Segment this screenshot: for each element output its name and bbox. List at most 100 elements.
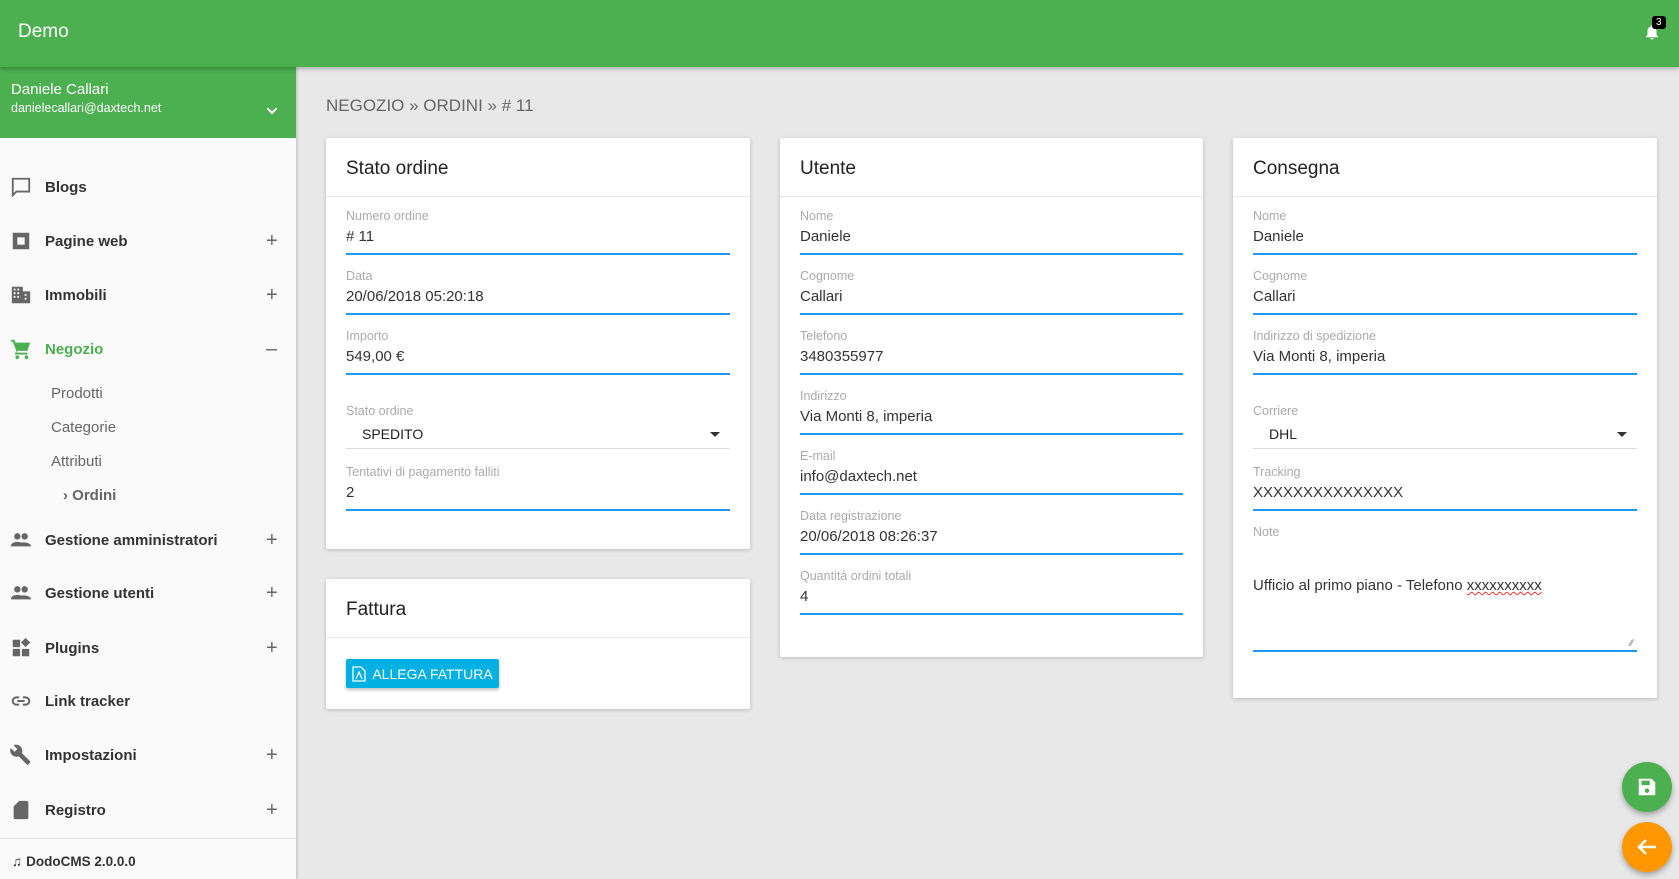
user-panel[interactable]: Daniele Callari danielecallari@daxtech.n… [0, 67, 296, 138]
phone-field[interactable]: Telefono 3480355977 [800, 329, 1183, 375]
sidebar-item-gestione-utenti[interactable]: Gestione utenti + [0, 573, 296, 613]
field-value: XXXXXXXXXXXXXXX [1253, 484, 1404, 501]
user-email: danielecallari@daxtech.net [11, 101, 162, 115]
registration-date-field[interactable]: Data registrazione 20/06/2018 08:26:37 [800, 509, 1183, 555]
back-button[interactable] [1622, 822, 1672, 872]
card-title: Utente [780, 138, 1203, 197]
amount-field[interactable]: Importo 549,00 € [346, 329, 730, 375]
expand-icon[interactable]: + [266, 230, 278, 253]
expand-icon[interactable]: + [266, 799, 278, 822]
save-button[interactable] [1622, 762, 1672, 812]
shipping-address-field[interactable]: Indirizzo di spedizione Via Monti 8, impe… [1253, 329, 1637, 375]
card-title: Consegna [1233, 138, 1657, 197]
save-icon [1638, 778, 1656, 796]
sidebar-subitem-prodotti[interactable]: Prodotti [51, 385, 103, 402]
select-value: SPEDITO [362, 426, 424, 442]
sidebar-item-pagine-web[interactable]: Pagine web + [0, 221, 296, 261]
field-label: Nome [800, 209, 834, 223]
field-label: Corriere [1253, 404, 1299, 418]
carrier-select[interactable]: Corriere DHL [1253, 404, 1637, 449]
delivery-name-field[interactable]: Nome Daniele [1253, 209, 1637, 255]
field-value: Callari [1253, 288, 1296, 305]
field-label: Note [1253, 525, 1280, 539]
user-card: Utente Nome Daniele Cognome Callari Telefo… [780, 138, 1203, 657]
field-value: 2 [346, 484, 355, 501]
sidebar-subitem-ordini[interactable]: › Ordini [63, 487, 116, 504]
sidebar-item-label: Registro [45, 801, 106, 819]
caret-down-icon [710, 432, 720, 437]
sidebar: Daniele Callari danielecallari@daxtech.n… [0, 67, 296, 879]
sidebar-item-gestione-amministratori[interactable]: Gestione amministratori + [0, 520, 296, 560]
order-status-card: Stato ordine Numero ordine # 11 Data 20/06… [326, 138, 750, 549]
sidebar-item-negozio[interactable]: Negozio – [0, 329, 296, 369]
field-value: Via Monti 8, imperia [800, 408, 933, 425]
order-status-select[interactable]: Stato ordine SPEDITO [346, 404, 730, 449]
expand-icon[interactable]: + [266, 582, 278, 605]
field-label: Cognome [1253, 269, 1308, 283]
field-label: Data registrazione [800, 509, 902, 523]
chevron-down-icon[interactable] [264, 103, 280, 119]
sidebar-item-label: Impostazioni [45, 746, 137, 764]
field-label: Telefono [800, 329, 848, 343]
field-label: Nome [1253, 209, 1287, 223]
field-value: # 11 [346, 228, 375, 245]
people-icon [10, 582, 32, 604]
email-field[interactable]: E-mail info@daxtech.net [800, 449, 1183, 495]
name-field[interactable]: Nome Daniele [800, 209, 1183, 255]
breadcrumb: NEGOZIO » ORDINI » # 11 [326, 96, 534, 115]
card-title: Fattura [326, 579, 750, 638]
sidebar-subitem-attributi[interactable]: Attributi [51, 453, 102, 470]
select-value: DHL [1269, 426, 1298, 442]
sidebar-subitem-label: Ordini [72, 487, 117, 504]
sidebar-item-label: Blogs [45, 178, 87, 196]
sidebar-item-immobili[interactable]: Immobili + [0, 275, 296, 315]
sidebar-item-link-tracker[interactable]: Link tracker [0, 681, 296, 721]
dodo-logo-icon: ♫ [12, 854, 23, 869]
sidebar-subitem-categorie[interactable]: Categorie [51, 419, 116, 436]
notification-badge: 3 [1652, 16, 1666, 29]
caret-down-icon [1617, 432, 1627, 437]
notes-textarea[interactable]: Note Ufficio al primo piano - Telefono x… [1253, 525, 1637, 652]
expand-icon[interactable]: + [266, 529, 278, 552]
date-field[interactable]: Data 20/06/2018 05:20:18 [346, 269, 730, 315]
field-value: Via Monti 8, imperia [1253, 348, 1386, 365]
wrench-icon [10, 744, 32, 766]
field-value: 4 [800, 588, 809, 605]
link-icon [10, 690, 32, 712]
user-name: Daniele Callari [11, 81, 109, 98]
address-field[interactable]: Indirizzo Via Monti 8, imperia [800, 389, 1183, 435]
expand-icon[interactable]: + [266, 744, 278, 767]
field-label: Indirizzo [800, 389, 847, 403]
resize-handle-icon[interactable]: ⁄⁄ [1630, 638, 1633, 648]
people-icon [10, 529, 32, 551]
collapse-icon[interactable]: – [266, 338, 277, 361]
field-value: Daniele [800, 228, 851, 245]
sidebar-item-plugins[interactable]: Plugins + [0, 628, 296, 668]
failed-payments-field[interactable]: Tentativi di pagamento falliti 2 [346, 465, 730, 511]
field-label: Quantità ordini totali [800, 569, 912, 583]
sidebar-item-label: Pagine web [45, 232, 128, 250]
sidebar-item-registro[interactable]: Registro + [0, 790, 296, 830]
field-value: Daniele [1253, 228, 1304, 245]
footer-version: ♫ DodoCMS 2.0.0.0 [12, 854, 136, 869]
widgets-icon [10, 637, 32, 659]
app-title: Demo [18, 21, 69, 42]
chevron-right-icon: › [63, 487, 68, 504]
total-orders-field[interactable]: Quantità ordini totali 4 [800, 569, 1183, 615]
order-number-field[interactable]: Numero ordine # 11 [346, 209, 730, 255]
attach-invoice-button[interactable]: ALLEGA FATTURA [346, 659, 499, 688]
expand-icon[interactable]: + [266, 284, 278, 307]
field-label: Indirizzo di spedizione [1253, 329, 1376, 343]
field-value: 549,00 € [346, 348, 405, 365]
surname-field[interactable]: Cognome Callari [800, 269, 1183, 315]
sidebar-item-blogs[interactable]: Blogs [0, 167, 296, 207]
tracking-field[interactable]: Tracking XXXXXXXXXXXXXXX [1253, 465, 1637, 511]
field-label: Tracking [1253, 465, 1301, 479]
delivery-surname-field[interactable]: Cognome Callari [1253, 269, 1637, 315]
expand-icon[interactable]: + [266, 637, 278, 660]
button-label: ALLEGA FATTURA [372, 665, 493, 682]
sidebar-item-impostazioni[interactable]: Impostazioni + [0, 735, 296, 775]
field-value: 3480355977 [800, 348, 884, 365]
sd-card-icon [10, 799, 32, 821]
top-bar: Demo 3 [0, 0, 1679, 67]
